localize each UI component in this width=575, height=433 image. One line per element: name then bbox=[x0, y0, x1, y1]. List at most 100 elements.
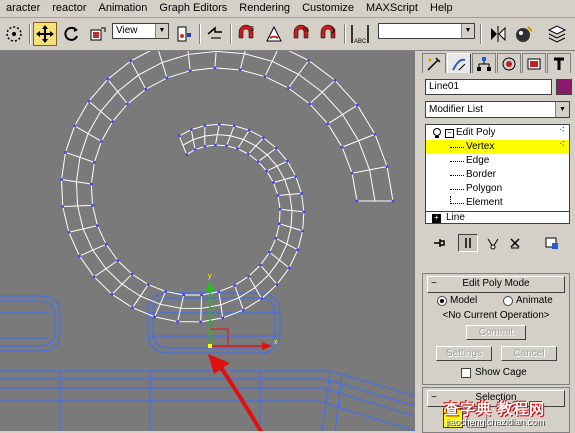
vertex-marker[interactable] bbox=[341, 146, 344, 149]
spline-cross-edge[interactable] bbox=[63, 205, 93, 206]
vertex-marker[interactable] bbox=[221, 317, 224, 320]
cancel-button[interactable]: Cancel bbox=[501, 346, 557, 361]
expand-toggle-icon[interactable]: + bbox=[432, 214, 441, 223]
spline-edge[interactable] bbox=[62, 51, 393, 322]
vertex-marker[interactable] bbox=[111, 293, 114, 296]
menu-animation[interactable]: Animation bbox=[93, 0, 154, 17]
vertex-marker[interactable] bbox=[356, 104, 359, 107]
make-unique-icon[interactable] bbox=[483, 234, 503, 252]
vertex-marker[interactable] bbox=[260, 297, 263, 300]
angle-snap-icon[interactable] bbox=[262, 22, 286, 46]
spline-edge[interactable] bbox=[76, 51, 375, 308]
vertex-marker[interactable] bbox=[189, 69, 192, 72]
vertex-marker[interactable] bbox=[93, 161, 96, 164]
pin-stack-icon[interactable] bbox=[429, 234, 449, 252]
vertex-marker[interactable] bbox=[275, 147, 278, 150]
vertex-marker[interactable] bbox=[278, 222, 281, 225]
stack-item-polygon[interactable]: Polygon bbox=[426, 182, 569, 196]
create-tab-icon[interactable] bbox=[422, 53, 446, 73]
vertex-marker[interactable] bbox=[147, 283, 150, 286]
spline-cross-edge[interactable] bbox=[89, 101, 113, 121]
vertex-marker[interactable] bbox=[277, 194, 280, 197]
spline-cross-edge[interactable] bbox=[215, 51, 217, 68]
spline-cross-edge[interactable] bbox=[132, 285, 148, 308]
vertex-marker[interactable] bbox=[272, 181, 275, 184]
named-selection-dropdown[interactable]: ▼ bbox=[378, 23, 475, 39]
vertex-marker[interactable] bbox=[111, 120, 114, 123]
vertex-marker[interactable] bbox=[257, 160, 260, 163]
vertex-marker[interactable] bbox=[64, 151, 67, 154]
spline-cross-edge[interactable] bbox=[201, 295, 202, 322]
edit-poly-mode-header[interactable]: − Edit Poly Mode bbox=[427, 276, 565, 293]
vertex-marker[interactable] bbox=[287, 87, 290, 90]
hierarchy-tab-icon[interactable] bbox=[472, 53, 496, 73]
vertex-marker[interactable] bbox=[91, 204, 94, 207]
show-cage-checkbox[interactable]: Show Cage bbox=[461, 367, 527, 378]
vertex-marker[interactable] bbox=[308, 102, 311, 105]
spline-cross-edge[interactable] bbox=[238, 130, 250, 149]
vertex-marker[interactable] bbox=[203, 124, 206, 127]
spline-cross-edge[interactable] bbox=[248, 138, 263, 154]
spline-cross-edge[interactable] bbox=[75, 126, 102, 141]
vertex-marker[interactable] bbox=[217, 290, 220, 293]
vertex-marker[interactable] bbox=[78, 255, 81, 258]
motion-tab-icon[interactable] bbox=[497, 53, 521, 73]
select-region-icon[interactable] bbox=[2, 22, 26, 46]
vertex-marker[interactable] bbox=[392, 200, 395, 203]
vertex-marker[interactable] bbox=[386, 165, 389, 168]
vertex-marker[interactable] bbox=[178, 135, 181, 138]
vertex-marker[interactable] bbox=[262, 136, 265, 139]
stack-item-element[interactable]: Element bbox=[426, 196, 569, 210]
vertex-marker[interactable] bbox=[126, 103, 129, 106]
vertex-marker[interactable] bbox=[268, 251, 271, 254]
spline-cross-edge[interactable] bbox=[94, 261, 118, 277]
select-and-move-icon[interactable] bbox=[33, 22, 57, 46]
stack-item-edge[interactable]: Edge bbox=[426, 154, 569, 168]
configure-modifier-sets-icon[interactable] bbox=[542, 234, 562, 252]
spline-cross-edge[interactable] bbox=[328, 105, 358, 124]
select-and-rotate-icon[interactable] bbox=[59, 22, 83, 46]
vertex-marker[interactable] bbox=[185, 153, 188, 156]
vertex-marker[interactable] bbox=[276, 283, 279, 286]
spline-cross-edge[interactable] bbox=[79, 244, 106, 256]
modify-tab-icon[interactable] bbox=[447, 53, 471, 73]
vertex-marker[interactable] bbox=[87, 100, 90, 103]
vertex-marker[interactable] bbox=[200, 294, 203, 297]
vertex-marker[interactable] bbox=[218, 123, 221, 126]
vertex-marker[interactable] bbox=[288, 266, 291, 269]
vertex-marker[interactable] bbox=[153, 315, 156, 318]
vertex-marker[interactable] bbox=[334, 79, 337, 82]
vertex-marker[interactable] bbox=[131, 306, 134, 309]
vertex-marker[interactable] bbox=[96, 224, 99, 227]
spline-cross-edge[interactable] bbox=[342, 134, 375, 147]
vertex-marker[interactable] bbox=[233, 284, 236, 287]
vertex-marker[interactable] bbox=[100, 140, 103, 143]
menu-help[interactable]: Help bbox=[424, 0, 459, 17]
vertex-marker[interactable] bbox=[194, 148, 197, 151]
vertex-marker[interactable] bbox=[93, 275, 96, 278]
vertex-marker[interactable] bbox=[300, 192, 303, 195]
vertex-marker[interactable] bbox=[106, 78, 109, 81]
menu-graph-editors[interactable]: Graph Editors bbox=[153, 0, 233, 17]
vertex-marker[interactable] bbox=[131, 273, 134, 276]
collapse-rollout-icon[interactable]: − bbox=[431, 391, 437, 404]
spline-cross-edge[interactable] bbox=[69, 226, 98, 233]
collapse-toggle-icon[interactable]: − bbox=[445, 129, 454, 138]
model-radio[interactable]: Model bbox=[437, 295, 477, 306]
spinner-snap-icon[interactable] bbox=[316, 22, 340, 46]
vertex-marker[interactable] bbox=[356, 200, 359, 203]
lightbulb-icon[interactable] bbox=[432, 128, 442, 139]
spline-cross-edge[interactable] bbox=[267, 161, 288, 171]
vertex-marker[interactable] bbox=[294, 175, 297, 178]
vertex-marker[interactable] bbox=[236, 147, 239, 150]
stack-item-vertex[interactable]: Vertex ⁖ bbox=[426, 140, 569, 154]
vertex-marker[interactable] bbox=[326, 122, 329, 125]
edit-named-selection-icon[interactable]: ABC bbox=[348, 22, 372, 46]
display-tab-icon[interactable] bbox=[522, 53, 546, 73]
spline-cross-edge[interactable] bbox=[249, 276, 262, 298]
vertex-marker[interactable] bbox=[190, 128, 193, 131]
vertex-marker[interactable] bbox=[242, 309, 245, 312]
stack-item-edit-poly[interactable]: − Edit Poly ⁖ bbox=[426, 126, 569, 140]
vertex-marker[interactable] bbox=[176, 320, 179, 323]
vertex-marker[interactable] bbox=[129, 60, 132, 63]
